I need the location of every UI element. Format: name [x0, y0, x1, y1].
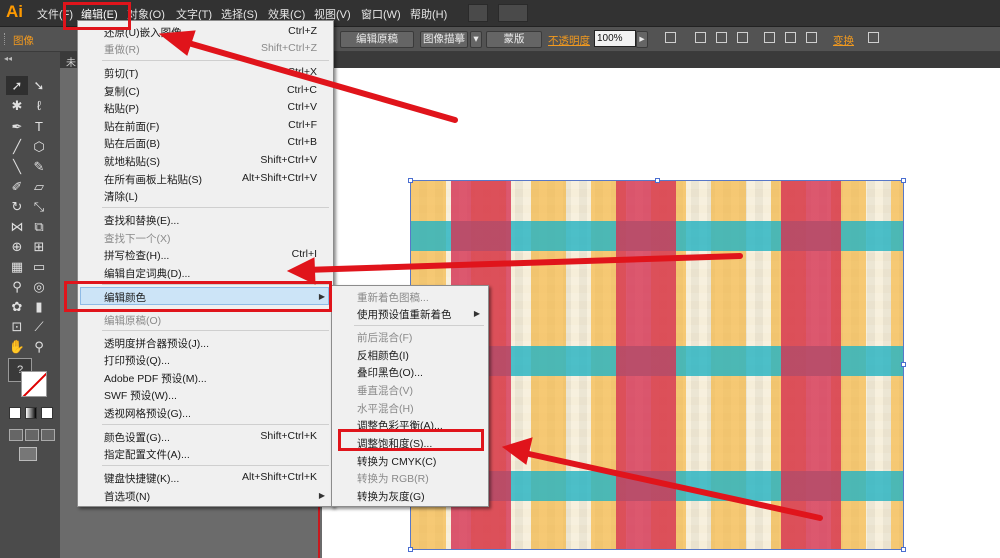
annotation-arrows	[158, 30, 823, 521]
arrow-head-to-edit-colors	[286, 257, 316, 285]
arrow-head-to-edit-menu	[158, 30, 196, 56]
arrow-shaft-to-saturate	[517, 449, 823, 521]
arrow-head-to-saturate	[501, 437, 533, 465]
arrow-shaft-to-edit-colors	[302, 253, 743, 273]
arrow-shaft-to-edit-menu	[175, 37, 458, 123]
